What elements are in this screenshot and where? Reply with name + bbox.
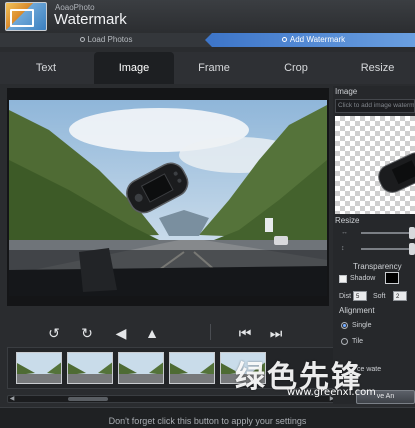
single-radio[interactable] xyxy=(341,322,348,329)
app-logo xyxy=(5,2,47,31)
rotate-right-icon[interactable]: ↻ xyxy=(76,322,98,344)
flip-horizontal-icon[interactable]: ◀ xyxy=(110,322,132,344)
slider-track xyxy=(361,232,413,234)
tab-bar: Text Image Frame Crop Resize xyxy=(0,52,415,84)
thumbnail-image xyxy=(119,353,163,383)
thumbnail-image xyxy=(68,353,112,383)
save-button[interactable]: ve An xyxy=(356,390,415,404)
thumbnail-image xyxy=(17,353,61,383)
step-label: Add Watermark xyxy=(289,35,346,44)
slider-track xyxy=(361,248,413,250)
section-transparency-title: Transparency xyxy=(353,262,402,271)
height-icon: ↕ xyxy=(341,245,345,252)
tab-frame[interactable]: Frame xyxy=(176,52,252,84)
shadow-checkbox[interactable] xyxy=(339,275,347,283)
step-dot-icon xyxy=(79,37,85,43)
tab-crop[interactable]: Crop xyxy=(254,52,338,84)
slider-knob[interactable] xyxy=(409,243,415,255)
thumbnail-image xyxy=(170,353,214,383)
preview-controls: ↺ ↻ ◀ ▲ ⏮ ⏭ xyxy=(7,318,329,346)
tile-radio[interactable] xyxy=(341,338,348,345)
photo-thumbnail[interactable] xyxy=(169,352,215,384)
apply-watermark-label[interactable]: ce wate xyxy=(357,365,381,374)
width-slider[interactable]: ↔ xyxy=(335,227,415,239)
photo-scene xyxy=(9,100,327,296)
previous-icon[interactable]: ⏮ xyxy=(234,322,256,344)
photo-thumbnail[interactable] xyxy=(16,352,62,384)
tab-image[interactable]: Image xyxy=(94,52,174,84)
dist-stepper[interactable]: 5 xyxy=(353,291,367,301)
watermark-preview xyxy=(335,116,415,214)
scroll-left-icon[interactable]: ◀ xyxy=(8,396,16,402)
section-resize-title: Resize xyxy=(335,216,360,225)
soft-stepper[interactable]: 2 xyxy=(393,291,407,301)
brand-title: Watermark xyxy=(54,11,127,28)
photo-thumbnail[interactable] xyxy=(67,352,113,384)
photo-thumbnail[interactable] xyxy=(118,352,164,384)
add-image-field[interactable]: Click to add image waterm xyxy=(335,99,415,113)
dist-label: Dist xyxy=(339,293,352,300)
tab-resize[interactable]: Resize xyxy=(340,52,415,84)
rotate-left-icon[interactable]: ↺ xyxy=(43,322,65,344)
controls-divider xyxy=(210,324,211,340)
flip-vertical-icon[interactable]: ▲ xyxy=(141,322,163,344)
step-label: Load Photos xyxy=(87,35,133,44)
tab-text[interactable]: Text xyxy=(0,52,92,84)
width-icon: ↔ xyxy=(341,229,348,236)
shadow-color-swatch[interactable] xyxy=(385,272,399,284)
next-icon[interactable]: ⏭ xyxy=(265,322,287,344)
app-header: AoaoPhoto Watermark xyxy=(0,0,415,34)
photo-thumbnail[interactable] xyxy=(220,352,266,384)
wizard-steps: Load Photos Add Watermark xyxy=(0,33,415,47)
tile-label: Tile xyxy=(352,338,364,345)
section-image-title: Image xyxy=(335,87,358,96)
status-hint: Don't forget click this button to apply … xyxy=(108,416,307,426)
road-photo xyxy=(9,100,327,296)
settings-panel: Image Click to add image waterm Resize ↔… xyxy=(333,86,415,404)
slider-knob[interactable] xyxy=(409,227,415,239)
step-dot-icon xyxy=(281,37,287,43)
height-slider[interactable]: ↕ xyxy=(335,243,415,255)
thumbnail-image xyxy=(221,353,265,383)
shadow-label: Shadow xyxy=(350,275,376,282)
status-bar: Don't forget click this button to apply … xyxy=(0,407,415,428)
photo-preview xyxy=(7,88,329,306)
soft-label: Soft xyxy=(373,293,386,300)
step-add-watermark[interactable]: Add Watermark xyxy=(205,33,415,47)
step-load-photos[interactable]: Load Photos xyxy=(0,33,212,47)
single-label: Single xyxy=(352,322,372,329)
watermark-image-preview xyxy=(378,152,415,193)
section-alignment-title: Alignment xyxy=(339,306,375,315)
scroll-thumb[interactable] xyxy=(68,397,108,401)
thumbnail-scrollbar[interactable]: ◀ ▶ xyxy=(7,395,337,403)
